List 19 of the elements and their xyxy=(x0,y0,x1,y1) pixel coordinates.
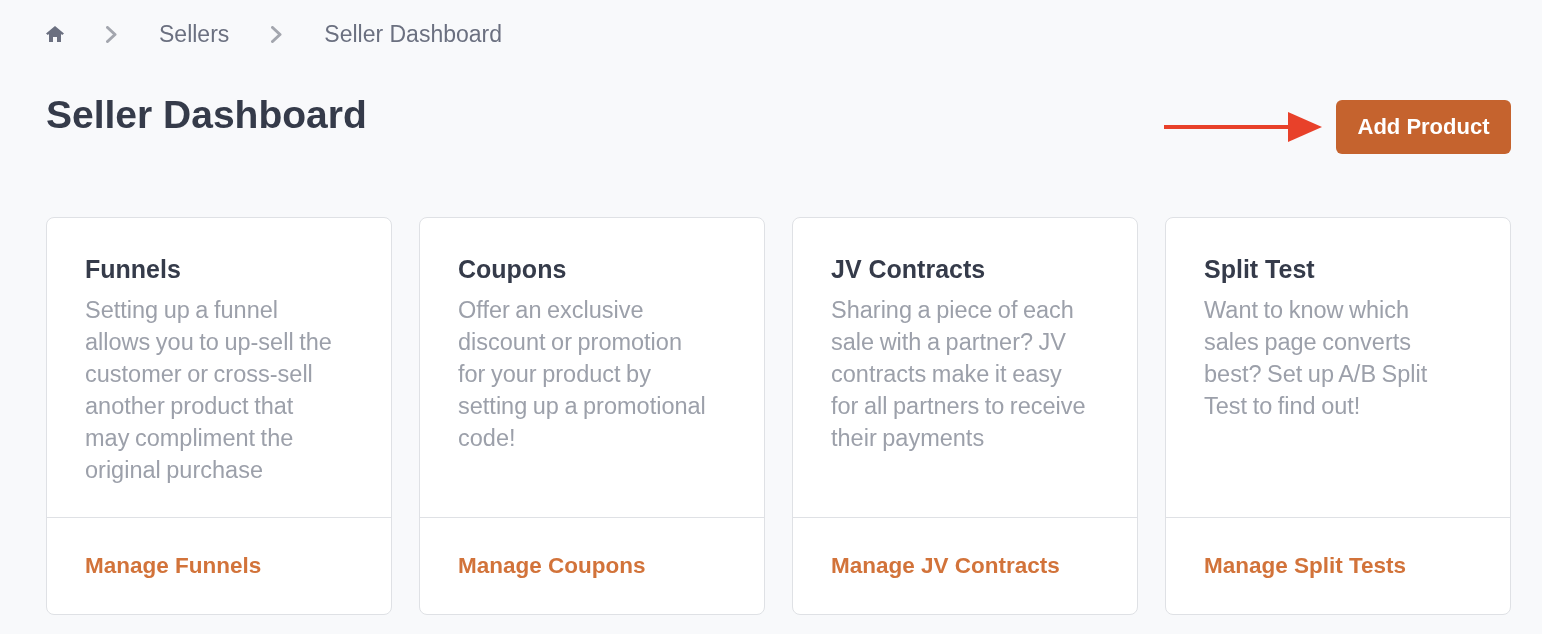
manage-link[interactable]: Manage Funnels xyxy=(85,553,262,579)
page-title: Seller Dashboard xyxy=(46,93,367,137)
manage-link[interactable]: Manage Coupons xyxy=(458,553,646,579)
card-title: Coupons xyxy=(458,254,568,284)
manage-link[interactable]: Manage JV Contracts xyxy=(831,553,1060,579)
home-icon[interactable] xyxy=(46,26,64,42)
manage-link[interactable]: Manage Split Tests xyxy=(1204,553,1407,579)
card-description: Want to know which sales page converts best? Set up A/B Split Test to find out! xyxy=(1204,296,1429,421)
card-title: Split Test xyxy=(1204,254,1316,284)
card-title: JV Contracts xyxy=(831,254,987,284)
chevron-right-icon xyxy=(271,25,283,43)
card-description: Sharing a piece of each sale with a partner? JV contracts make it easy for all partners to receive their payments xyxy=(831,296,1087,453)
card-description: Offer an exclusive discount or promotion for your product by setting up a promotional code! xyxy=(458,296,707,453)
chevron-right-icon xyxy=(106,25,117,43)
card-title: Funnels xyxy=(85,254,182,284)
add-product-button[interactable]: Add Product xyxy=(1336,100,1511,154)
breadcrumb-link[interactable]: Sellers xyxy=(159,21,230,47)
card-description: Setting up a funnel allows you to up-sell the customer or cross-sell another product that may compliment the original purchase xyxy=(85,296,333,485)
current-page-label: Seller Dashboard xyxy=(324,21,503,47)
